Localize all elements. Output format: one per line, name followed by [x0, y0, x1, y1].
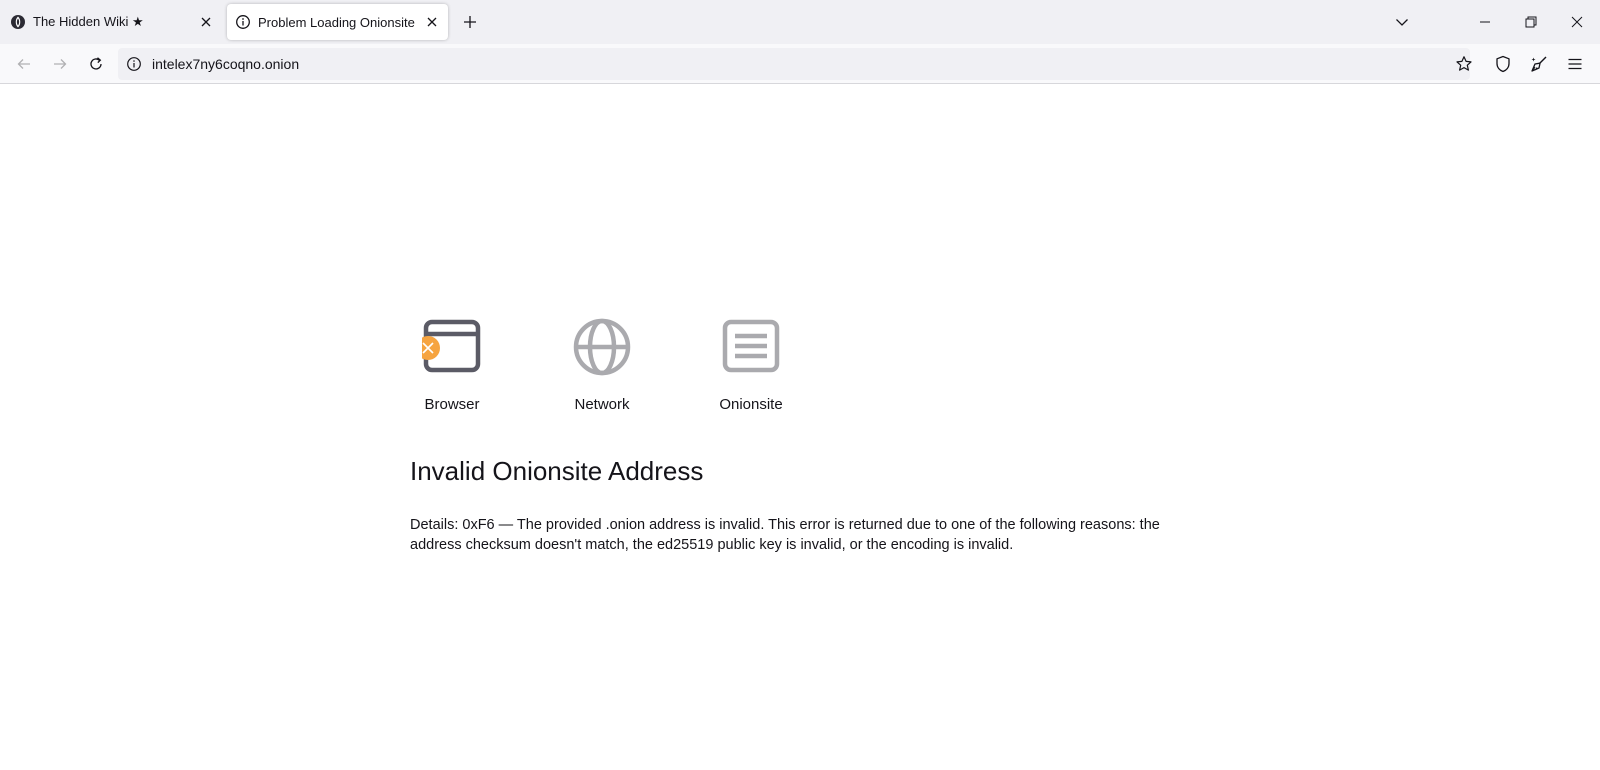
- close-tab-icon[interactable]: [196, 12, 216, 32]
- site-info-icon[interactable]: [125, 55, 143, 73]
- app-menu-button[interactable]: [1561, 50, 1589, 78]
- close-tab-icon[interactable]: [422, 12, 442, 32]
- address-bar[interactable]: intelex7ny6coqno.onion: [118, 48, 1470, 80]
- browser-window-icon: [422, 319, 481, 373]
- tab-title: The Hidden Wiki ★: [33, 14, 144, 29]
- close-icon: [1571, 16, 1583, 28]
- error-badge-icon: [422, 336, 440, 360]
- minimize-icon: [1480, 21, 1490, 23]
- diagnostic-label: Browser: [424, 396, 480, 413]
- reload-button[interactable]: [82, 50, 110, 78]
- hamburger-menu-icon: [1568, 58, 1582, 70]
- url-text[interactable]: intelex7ny6coqno.onion: [152, 48, 299, 80]
- arrow-left-icon: [17, 59, 30, 69]
- arrow-right-icon: [54, 59, 67, 69]
- list-all-tabs-button[interactable]: [1390, 8, 1414, 36]
- tab-hidden-wiki[interactable]: The Hidden Wiki ★: [0, 4, 222, 40]
- document-icon: [722, 319, 780, 373]
- plus-icon: [464, 16, 476, 28]
- tab-title: Problem Loading Onionsite: [258, 14, 415, 30]
- error-title: Invalid Onionsite Address: [410, 456, 704, 486]
- chevron-down-icon: [1396, 19, 1408, 26]
- forward-button[interactable]: [46, 50, 74, 78]
- diagnostic-label: Network: [574, 396, 630, 413]
- info-icon: [235, 14, 251, 30]
- restore-button[interactable]: [1508, 0, 1554, 44]
- globe-icon: [573, 318, 631, 376]
- onion-icon: [10, 14, 26, 30]
- tab-problem-loading[interactable]: Problem Loading Onionsite: [227, 4, 448, 40]
- shield-icon: [1496, 55, 1510, 73]
- tab-strip: The Hidden Wiki ★ Problem Loading Onions…: [0, 0, 1600, 44]
- diagnostic-label: Onionsite: [719, 396, 783, 413]
- reload-icon: [90, 57, 102, 70]
- new-identity-button[interactable]: [1525, 50, 1553, 78]
- back-button[interactable]: [10, 50, 38, 78]
- bookmark-star-icon[interactable]: [1452, 52, 1476, 76]
- navigation-toolbar: intelex7ny6coqno.onion: [0, 44, 1600, 84]
- error-details: Details: 0xF6 — The provided .onion addr…: [410, 517, 1160, 553]
- new-tab-button[interactable]: [458, 8, 482, 36]
- close-window-button[interactable]: [1554, 0, 1600, 44]
- restore-icon: [1525, 16, 1537, 28]
- security-level-button[interactable]: [1489, 50, 1517, 78]
- broom-icon: [1531, 56, 1547, 72]
- minimize-button[interactable]: [1462, 0, 1508, 44]
